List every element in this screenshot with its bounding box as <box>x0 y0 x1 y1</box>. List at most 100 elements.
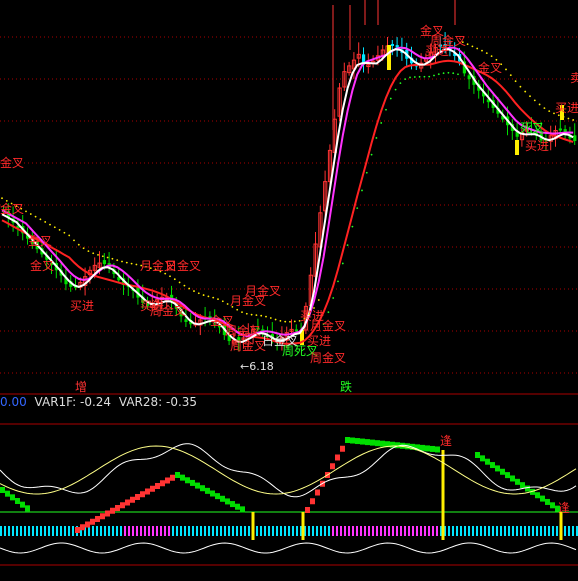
stripe-tick <box>16 526 18 536</box>
trail-dot <box>289 320 291 323</box>
stripe-tick <box>68 526 70 536</box>
stripe-tick <box>60 526 62 536</box>
chart-stage: 金叉 金叉 金叉 金叉 买进 月金叉 周金叉 日金叉 月金叉 金叉 买进 周金叉 周金叉 月金叉 买进 日金叉… <box>0 0 578 577</box>
trail-dot <box>380 122 383 124</box>
stripe-tick <box>572 526 574 536</box>
trail-dot <box>332 297 335 299</box>
stripe-tick <box>40 526 42 536</box>
indicator-block <box>490 462 495 469</box>
stripe-tick <box>392 526 394 536</box>
stripe-tick <box>116 526 118 536</box>
stripe-tick <box>208 526 210 536</box>
trail-dot <box>481 49 483 52</box>
annotation-label: 金叉 <box>420 23 444 38</box>
stripe-tick <box>204 526 206 536</box>
indicator-block <box>205 487 210 494</box>
magenta-average-line <box>1 46 574 338</box>
indicator-block <box>230 501 235 508</box>
stripe-tick <box>296 526 298 536</box>
trail-dot <box>514 80 517 83</box>
trail-dot <box>471 45 474 48</box>
indicator-block <box>370 439 375 446</box>
trail-dot <box>365 171 368 174</box>
stripe-tick <box>260 526 262 536</box>
stripe-tick <box>228 526 230 536</box>
indicator-block <box>375 440 380 447</box>
stripe-tick <box>548 526 550 536</box>
trail-dot <box>409 76 411 79</box>
trail-dot <box>509 74 512 77</box>
trail-dot <box>490 55 493 58</box>
stripe-tick <box>188 526 190 536</box>
indicator-block <box>430 445 435 452</box>
annotation-label: 买进 <box>70 299 94 313</box>
stripe-tick <box>0 526 2 536</box>
indicator-block <box>425 445 430 452</box>
stripe-tick <box>388 526 390 536</box>
trail-dot <box>485 52 488 55</box>
indicator-block <box>15 498 20 504</box>
stripe-tick <box>112 526 114 536</box>
stripe-tick <box>168 526 170 536</box>
trail-dot <box>361 189 363 192</box>
indicator-block <box>75 527 80 533</box>
annotation-label: 日金叉 <box>165 258 201 273</box>
indicator-prefix: 0.00 <box>0 395 27 409</box>
trail-dot <box>116 259 119 262</box>
low-price-marker: ←6.18 <box>240 360 274 373</box>
indicator-block <box>305 507 310 513</box>
annotation-label: 买进 <box>307 334 331 348</box>
trail-dot <box>519 85 522 88</box>
indicator-block <box>105 510 110 517</box>
indicator-block <box>235 503 240 510</box>
trail-dot <box>293 320 296 323</box>
trail-dot <box>543 107 546 110</box>
stripe-tick <box>128 526 130 536</box>
trail-dot <box>466 43 469 46</box>
stripe-tick <box>424 526 426 536</box>
highlight-candle <box>387 45 391 70</box>
stripe-tick <box>4 526 6 536</box>
stripe-tick <box>64 526 66 536</box>
indicator-block <box>190 479 195 486</box>
stripe-tick <box>100 526 102 536</box>
indicator-block <box>80 524 85 531</box>
stripe-tick <box>448 526 450 536</box>
stripe-tick <box>376 526 378 536</box>
trail-dot <box>399 82 402 85</box>
indicator-block <box>420 444 425 451</box>
stripe-tick <box>480 526 482 536</box>
trail-dot <box>135 263 138 266</box>
stripe-tick <box>528 526 530 536</box>
trail-dot <box>188 287 191 290</box>
stripe-tick <box>132 526 134 536</box>
indicator-block <box>0 487 5 493</box>
annotation-label: 周金叉 <box>310 350 346 365</box>
indicator-block <box>140 491 145 498</box>
indicator-block <box>165 477 170 484</box>
trail-dot <box>394 88 397 91</box>
trail-dot <box>77 243 80 246</box>
stripe-tick <box>472 526 474 536</box>
indicator-block <box>115 505 120 511</box>
trail-dot <box>207 295 210 298</box>
indicator-block <box>535 492 540 499</box>
trail-dot <box>279 319 282 322</box>
indicator-block <box>435 446 440 453</box>
stripe-tick <box>152 526 154 536</box>
stripe-tick <box>292 526 294 536</box>
trail-dot <box>567 117 570 120</box>
indicator-block <box>360 438 365 445</box>
indicator-var28: VAR28: -0.35 <box>118 395 198 409</box>
trail-dot <box>29 213 32 215</box>
trail-dot <box>178 281 181 284</box>
trail-dot <box>533 99 536 102</box>
indicator-block <box>120 502 125 509</box>
stripe-tick <box>396 526 398 536</box>
stripe-tick <box>276 526 278 536</box>
indicator-block <box>315 489 320 496</box>
trail-dot <box>202 294 205 296</box>
stripe-tick <box>316 526 318 536</box>
stripe-tick <box>568 526 570 536</box>
trail-dot <box>34 215 37 218</box>
